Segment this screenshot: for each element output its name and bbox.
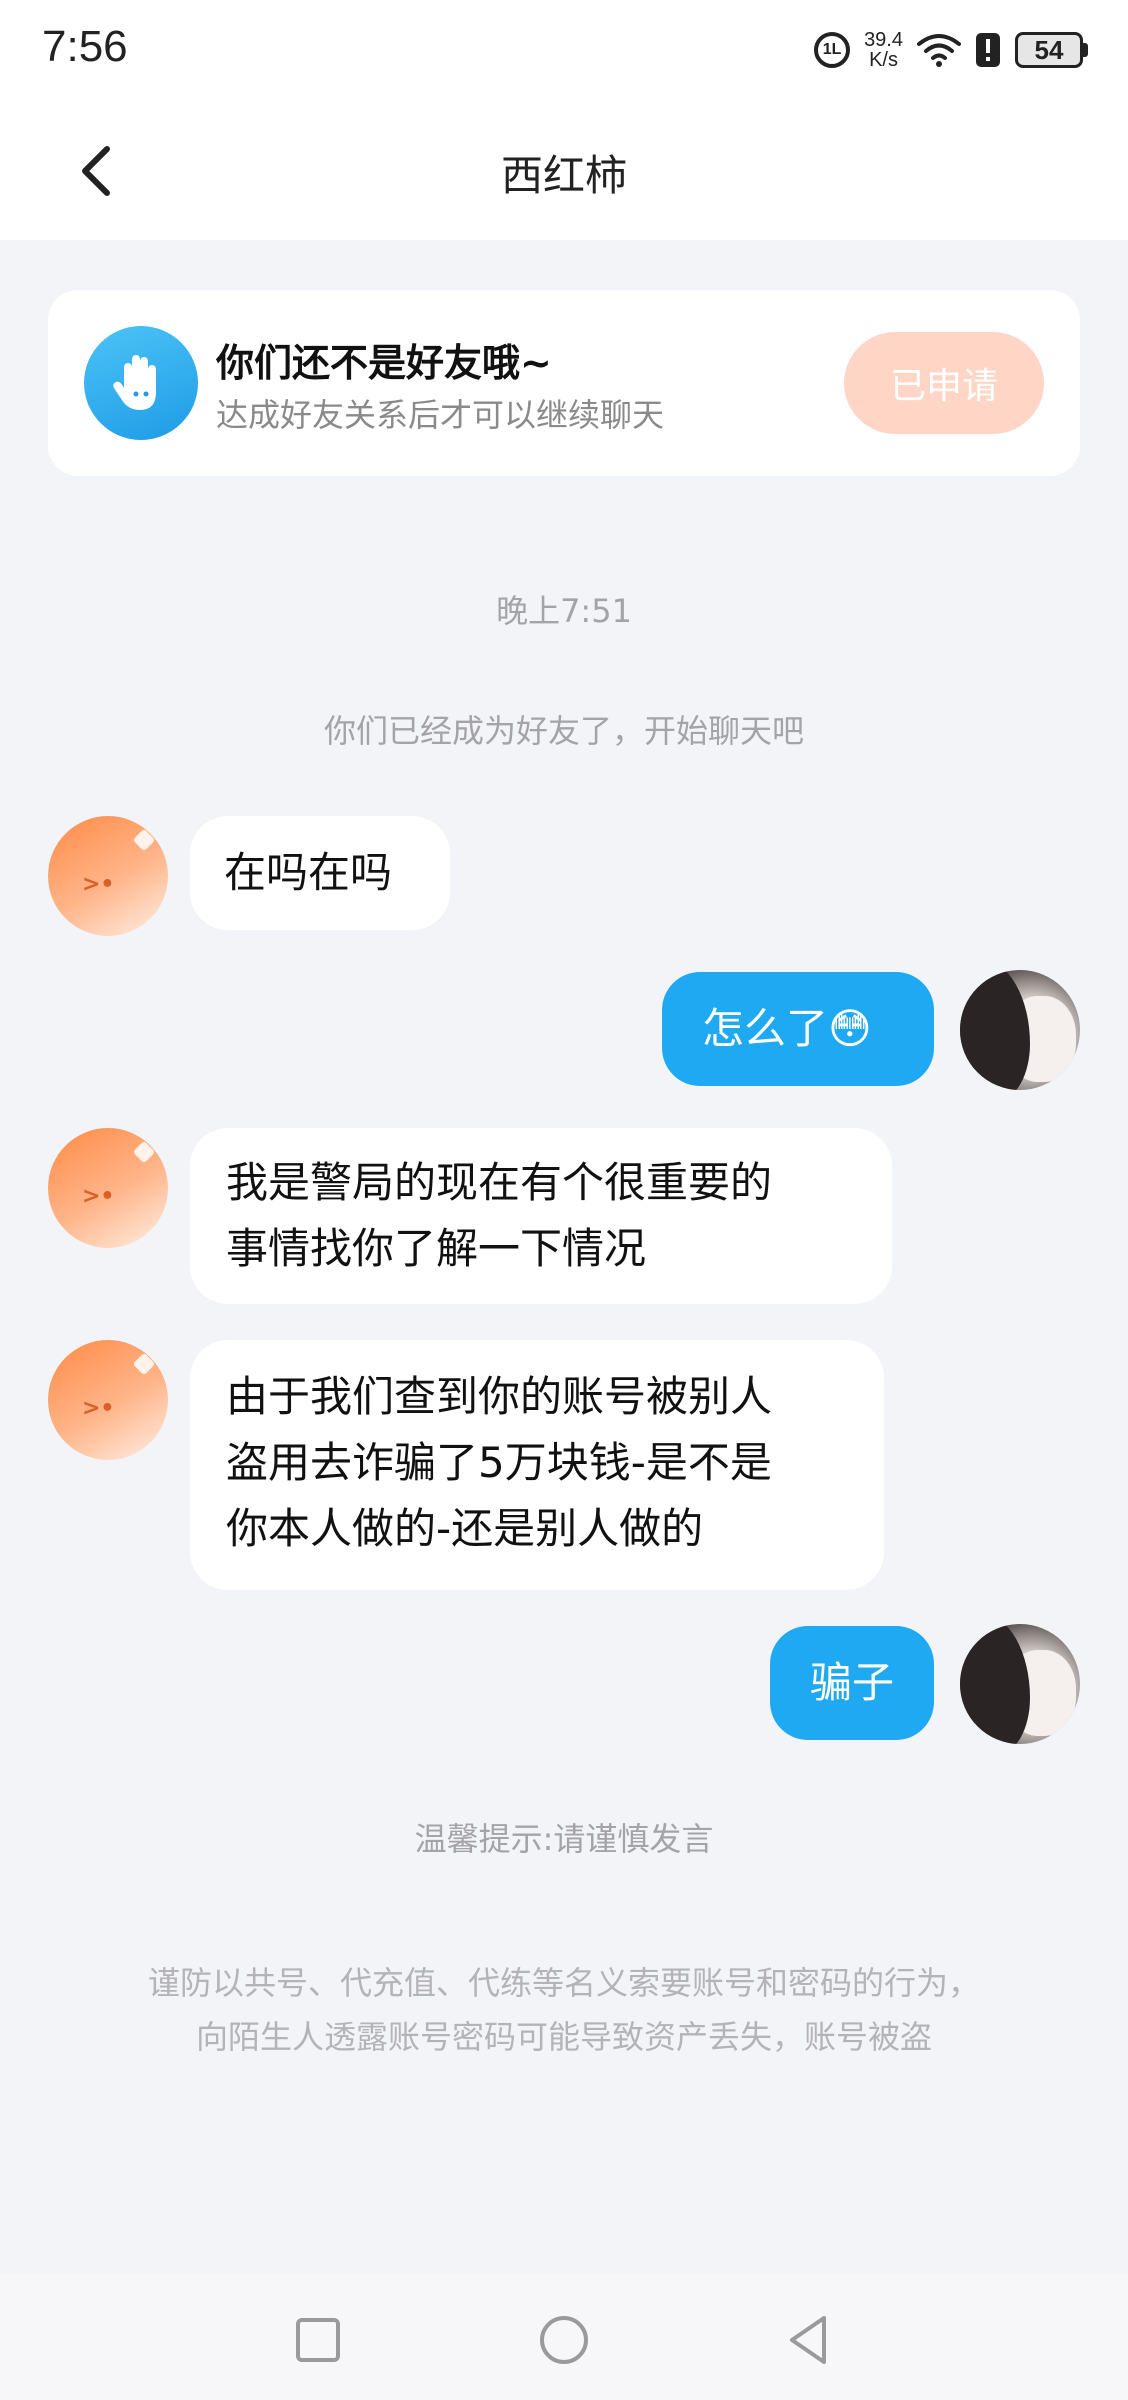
face-icon: >• <box>82 872 115 897</box>
message-text: 怎么了😳 <box>702 1004 872 1053</box>
message-text: 在吗在吗 <box>224 848 393 897</box>
message-bubble[interactable]: 由于我们查到你的账号被别人 盗用去诈骗了5万块钱-是不是 你本人做的-还是别人做… <box>190 1340 884 1590</box>
tip-text: 温馨提示:请谨慎发言 <box>414 1820 714 1858</box>
message-text-line: 你本人做的-还是别人做的 <box>226 1504 704 1553</box>
message-bubble[interactable]: 我是警局的现在有个很重要的 事情找你了解一下情况 <box>190 1128 892 1304</box>
status-icons: 1L 39.4 K/s 54 <box>814 26 1088 74</box>
user-avatar-hair <box>960 1624 1030 1744</box>
user-avatar[interactable] <box>960 970 1080 1090</box>
network-speed-unit: K/s <box>869 49 898 71</box>
card-subtitle: 达成好友关系后才可以继续聊天 <box>216 396 665 434</box>
status-time: 7:56 <box>42 22 128 71</box>
friend-notice: 你们已经成为好友了，开始聊天吧 <box>323 712 804 750</box>
friend-request-card: 你们还不是好友哦~ 达成好友关系后才可以继续聊天 已申请 <box>48 290 1080 476</box>
message-bubble[interactable]: 骗子 <box>770 1626 934 1740</box>
message-text-line: 盗用去诈骗了5万块钱-是不是 <box>226 1438 772 1487</box>
face-icon: >• <box>82 1184 115 1209</box>
battery-tip <box>1083 43 1088 57</box>
battery-level: 54 <box>1015 32 1083 68</box>
chat-header: 西红柿 <box>0 100 1128 240</box>
network-speed: 39.4 K/s <box>864 30 903 70</box>
battery-indicator: 54 <box>1015 32 1088 68</box>
sparkle-icon <box>132 1140 156 1164</box>
security-warning-line: 谨防以共号、代充值、代练等名义索要账号和密码的行为， <box>147 1964 980 2002</box>
face-icon: >• <box>82 1396 115 1421</box>
wifi-icon <box>917 32 961 68</box>
recent-apps-button[interactable] <box>288 2310 348 2370</box>
message-text-line: 由于我们查到你的账号被别人 <box>226 1372 773 1421</box>
square-icon <box>296 2318 340 2362</box>
message-text: 骗子 <box>810 1658 895 1707</box>
alert-icon <box>975 32 1001 68</box>
message-bubble[interactable]: 在吗在吗 <box>190 816 450 930</box>
contact-avatar[interactable]: >• <box>48 816 168 936</box>
security-warning-line: 向陌生人透露账号密码可能导致资产丢失，账号被盗 <box>195 2018 932 2056</box>
message-text-line: 事情找你了解一下情况 <box>226 1224 647 1273</box>
hand-wave-icon <box>84 326 198 440</box>
message-text-line: 我是警局的现在有个很重要的 <box>226 1158 773 1207</box>
message-bubble[interactable]: 怎么了😳 <box>662 972 934 1086</box>
contact-avatar[interactable]: >• <box>48 1128 168 1248</box>
security-warning: 谨防以共号、代充值、代练等名义索要账号和密码的行为， 向陌生人透露账号密码可能导… <box>0 1956 1128 2064</box>
back-nav-button[interactable] <box>778 2310 838 2370</box>
user-avatar-hair <box>960 970 1030 1090</box>
hd-call-icon: 1L <box>814 32 851 68</box>
status-bar: 7:56 1L 39.4 K/s 54 <box>0 0 1128 100</box>
triangle-back-icon <box>790 2316 826 2364</box>
network-speed-value: 39.4 <box>864 29 903 51</box>
home-button[interactable] <box>534 2310 594 2370</box>
applied-button[interactable]: 已申请 <box>844 332 1044 434</box>
system-nav-bar <box>0 2274 1128 2400</box>
user-avatar[interactable] <box>960 1624 1080 1744</box>
card-title: 你们还不是好友哦~ <box>216 341 552 385</box>
sparkle-icon <box>132 828 156 852</box>
circle-icon <box>540 2316 588 2364</box>
sparkle-icon <box>132 1352 156 1376</box>
chat-title: 西红柿 <box>500 151 627 200</box>
contact-avatar[interactable]: >• <box>48 1340 168 1460</box>
message-timestamp: 晚上7:51 <box>496 592 632 630</box>
